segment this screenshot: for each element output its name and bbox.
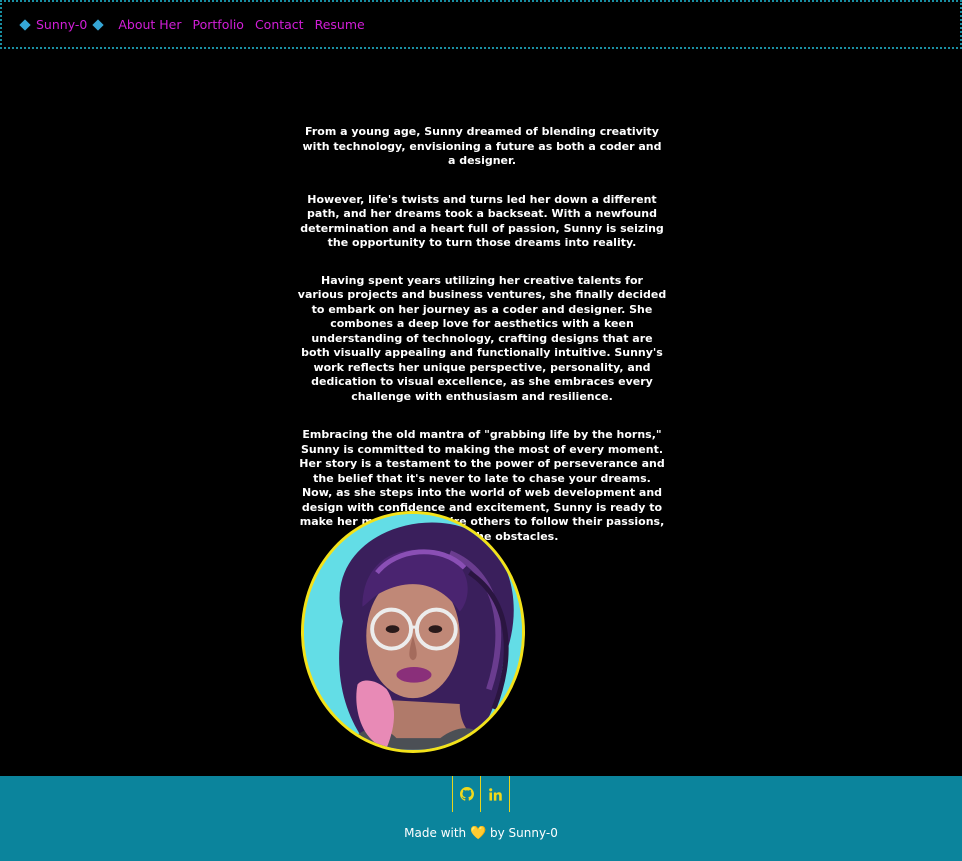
footer-credit: Made with 💛 by Sunny-0 — [0, 826, 962, 841]
about-paragraph: Having spent years utilizing her creativ… — [297, 273, 667, 403]
about-paragraph: Embracing the old mantra of "grabbing li… — [299, 428, 665, 543]
navbar: Sunny-0 About Her Portfolio Contact Resu… — [0, 0, 962, 49]
profile-portrait — [301, 511, 525, 753]
portrait-illustration — [304, 514, 522, 750]
nav-link-resume[interactable]: Resume — [315, 17, 365, 32]
linkedin-link[interactable] — [481, 776, 510, 812]
github-icon — [459, 787, 474, 801]
social-links — [452, 776, 510, 812]
nav-link-contact[interactable]: Contact — [255, 17, 304, 32]
brand[interactable]: Sunny-0 — [19, 17, 105, 32]
nav-link-about-her[interactable]: About Her — [118, 17, 181, 32]
linkedin-icon — [488, 787, 502, 801]
brand-link[interactable]: Sunny-0 — [36, 17, 87, 32]
nav-link-portfolio[interactable]: Portfolio — [193, 17, 244, 32]
diamond-icon — [92, 18, 105, 31]
diamond-icon — [19, 18, 31, 31]
credit-prefix: Made with — [404, 826, 467, 840]
about-paragraph: From a young age, Sunny dreamed of blend… — [302, 125, 662, 167]
credit-suffix: by Sunny-0 — [490, 826, 558, 840]
github-link[interactable] — [452, 776, 481, 812]
about-paragraph: However, life's twists and turns led her… — [300, 192, 664, 250]
footer: Made with 💛 by Sunny-0 — [0, 776, 962, 861]
heart-icon: 💛 — [469, 826, 487, 841]
about-section: From a young age, Sunny dreamed of blend… — [297, 125, 667, 568]
